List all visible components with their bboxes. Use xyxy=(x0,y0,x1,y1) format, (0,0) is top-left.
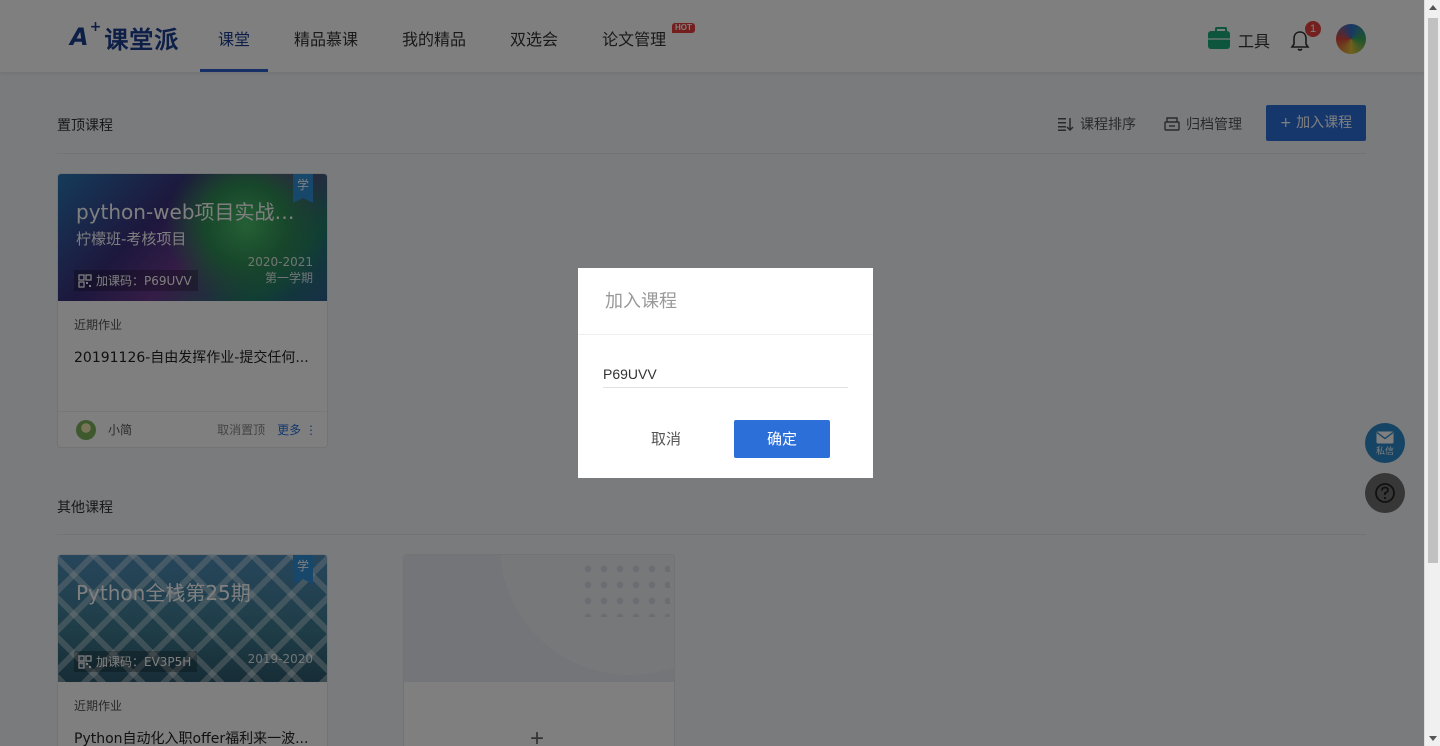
cancel-button[interactable]: 取消 xyxy=(626,420,706,458)
dialog-title: 加入课程 xyxy=(578,268,873,335)
scroll-up-icon[interactable] xyxy=(1429,5,1437,10)
join-course-dialog: 加入课程 取消 确定 xyxy=(578,268,873,478)
scroll-down-icon[interactable] xyxy=(1429,736,1437,741)
page-scrollbar[interactable] xyxy=(1424,0,1440,746)
confirm-button[interactable]: 确定 xyxy=(734,420,830,458)
course-code-input[interactable] xyxy=(603,360,848,388)
scrollbar-thumb[interactable] xyxy=(1428,18,1438,563)
